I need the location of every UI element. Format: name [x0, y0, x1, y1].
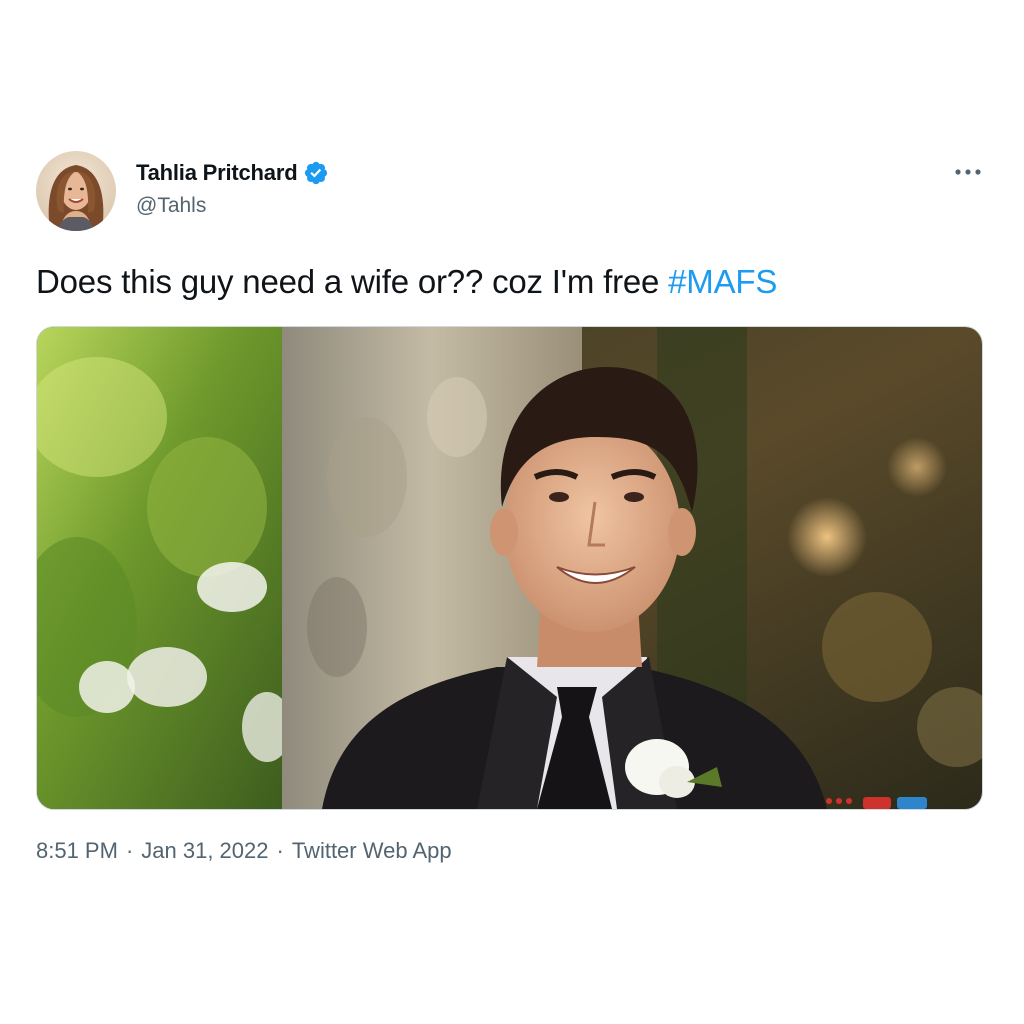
tweet-date[interactable]: Jan 31, 2022	[141, 838, 268, 864]
hashtag-link[interactable]: #MAFS	[668, 263, 777, 300]
author-name-row[interactable]: Tahlia Pritchard	[136, 158, 329, 188]
tweet-time[interactable]: 8:51 PM	[36, 838, 118, 864]
avatar-image	[36, 151, 116, 231]
tweet-card: Tahlia Pritchard @Tahls Does this guy ne…	[0, 0, 1024, 1024]
tweet-meta: 8:51 PM · Jan 31, 2022 · Twitter Web App	[36, 838, 452, 864]
meta-separator: ·	[276, 838, 284, 863]
tweet-source[interactable]: Twitter Web App	[292, 838, 452, 864]
meta-separator: ·	[125, 838, 134, 863]
verified-badge-icon	[305, 161, 328, 185]
author-name[interactable]: Tahlia Pritchard	[136, 160, 298, 186]
avatar[interactable]	[36, 151, 116, 231]
author-handle[interactable]: @Tahls	[136, 194, 206, 218]
more-horizontal-icon[interactable]	[951, 160, 985, 184]
tweet-body: Does this guy need a wife or?? coz I'm f…	[36, 263, 669, 300]
tweet-text: Does this guy need a wife or?? coz I'm f…	[36, 260, 986, 304]
tweet-media-image[interactable]	[36, 326, 983, 810]
media-photo	[37, 327, 982, 809]
